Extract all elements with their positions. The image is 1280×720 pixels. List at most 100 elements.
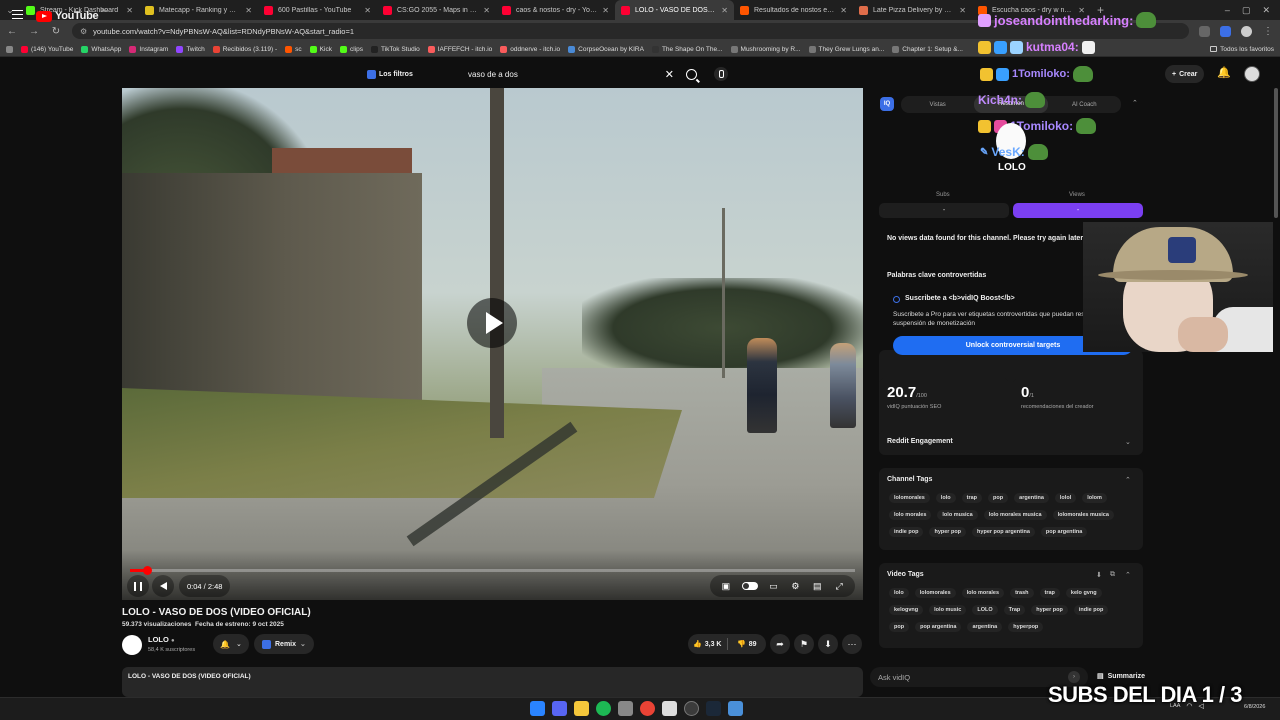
like-button[interactable]: 👍 3,3 K — [688, 640, 727, 649]
close-tab-icon[interactable]: ✕ — [959, 6, 966, 15]
tag-chip[interactable]: pop argentina — [915, 622, 962, 632]
share-button[interactable]: ➦ — [770, 634, 790, 654]
search-box[interactable]: vaso de a dos ✕ — [460, 64, 705, 84]
browser-tab[interactable]: LOLO - VASO DE DOS (VID ✕ — [615, 0, 734, 20]
tag-chip[interactable]: lolomorales — [889, 493, 930, 503]
site-info-icon[interactable]: ⚙ — [80, 27, 87, 36]
bookmark-item[interactable]: IAFFEFCH - itch.io — [427, 45, 492, 53]
maximize-icon[interactable]: ▢ — [1242, 5, 1251, 16]
obs-icon[interactable] — [684, 701, 699, 716]
extension-icon[interactable] — [1220, 25, 1231, 37]
bookmark-item[interactable]: TikTok Studio — [370, 45, 420, 53]
chrome-icon[interactable] — [640, 701, 655, 716]
tag-chip[interactable]: LOLO — [972, 605, 998, 615]
spotify-icon[interactable] — [596, 701, 611, 716]
close-tab-icon[interactable]: ✕ — [126, 6, 133, 15]
description-box[interactable]: LOLO - VASO DE DOS (VIDEO OFICIAL) — [122, 667, 863, 697]
app-icon[interactable] — [662, 701, 677, 716]
tag-chip[interactable]: hyper pop argentina — [972, 527, 1035, 537]
app-icon[interactable] — [728, 701, 743, 716]
create-button[interactable]: + Crear — [1165, 65, 1205, 83]
browser-tab[interactable]: 600 Pastillas - YouTube ✕ — [258, 0, 377, 20]
tag-chip[interactable]: lolomorales musica — [1052, 510, 1114, 520]
account-avatar[interactable] — [1244, 66, 1260, 82]
close-window-icon[interactable]: ✕ — [1262, 5, 1270, 16]
tag-chip[interactable]: kelogvng — [889, 605, 924, 615]
summarize-button[interactable]: ▤ Summarize — [1097, 672, 1145, 681]
bookmark-item[interactable]: Recibidos (3.119) - — [212, 45, 277, 53]
apps-icon[interactable] — [6, 45, 13, 53]
bookmark-item[interactable]: The Shape On The... — [651, 45, 723, 53]
tag-chip[interactable]: pop — [889, 622, 910, 632]
tag-chip[interactable]: lolo morales musica — [983, 510, 1047, 520]
tag-chip[interactable]: hyperpop — [1008, 622, 1044, 632]
profile-icon[interactable] — [1241, 25, 1252, 37]
subs-toggle[interactable]: - — [879, 203, 1009, 218]
youtube-logo[interactable]: YouTube AR — [36, 8, 108, 22]
steam-icon[interactable] — [706, 701, 721, 716]
close-tab-icon[interactable]: ✕ — [840, 6, 847, 15]
chevron-down-icon[interactable]: ⌄ — [1125, 438, 1131, 446]
tag-chip[interactable]: trash — [1010, 588, 1034, 598]
bookmark-item[interactable]: CorpseOcean by KIRA — [568, 45, 644, 53]
file-explorer-icon[interactable] — [574, 701, 589, 716]
bookmark-item[interactable]: Kick — [309, 45, 332, 53]
big-play-button[interactable] — [467, 298, 517, 348]
autoplay-toggle[interactable] — [741, 582, 758, 590]
tag-chip[interactable]: indie pop — [1073, 605, 1109, 615]
browser-tab[interactable]: Matecapp - Ranking y Racha d ✕ — [139, 0, 258, 20]
chevron-up-icon[interactable]: ⌃ — [1125, 476, 1131, 484]
voice-search-icon[interactable] — [714, 67, 728, 81]
back-icon[interactable]: ← — [6, 26, 18, 37]
close-tab-icon[interactable]: ✕ — [602, 6, 609, 15]
hamburger-menu-icon[interactable] — [12, 10, 23, 19]
bookmark-item[interactable]: Chapter 1: Setup &... — [892, 45, 963, 53]
bookmark-item[interactable]: (146) YouTube — [21, 45, 73, 53]
minimize-icon[interactable]: – — [1225, 5, 1230, 16]
pause-button[interactable] — [127, 575, 149, 597]
more-actions-button[interactable]: ⋯ — [842, 634, 862, 654]
channel-avatar[interactable] — [122, 635, 142, 655]
close-tab-icon[interactable]: ✕ — [721, 6, 728, 15]
bookmark-item[interactable]: WhatsApp — [81, 45, 121, 53]
volume-button[interactable] — [152, 575, 174, 597]
tag-chip[interactable]: trap — [1039, 588, 1060, 598]
browser-tab[interactable]: Late Pizza Delivery by BubuWo ✕ — [853, 0, 972, 20]
forward-icon[interactable]: → — [28, 26, 40, 37]
chevron-up-icon[interactable]: ⌃ — [1125, 571, 1131, 579]
extension-icon[interactable] — [1199, 25, 1210, 37]
bookmark-item[interactable]: Instagram — [129, 45, 168, 53]
tag-chip[interactable]: argentina — [967, 622, 1003, 632]
browser-tab[interactable]: CS:GO 2055 - Maps in the Futu ✕ — [377, 0, 496, 20]
progress-bar[interactable] — [130, 566, 855, 575]
views-toggle[interactable]: - — [1013, 203, 1143, 218]
video-player[interactable]: 0:04 / 2:48 ▣ ▭ ⚙ ▤ ⤢ — [122, 88, 863, 600]
vidiq-logo[interactable]: IQ — [880, 97, 894, 111]
tag-chip[interactable]: pop argentina — [1040, 527, 1088, 537]
download-tags-icon[interactable]: ⬇ — [1096, 571, 1102, 579]
tag-chip[interactable]: lolol — [1054, 493, 1077, 503]
bookmark-item[interactable]: Mushrooming by R... — [730, 45, 801, 53]
discord-icon[interactable] — [552, 701, 567, 716]
tag-chip[interactable]: lolomorales — [914, 588, 956, 598]
tag-chip[interactable]: trap — [961, 493, 983, 503]
collapse-icon[interactable]: ⌃ — [1132, 99, 1138, 107]
download-button[interactable]: ⬇ — [818, 634, 838, 654]
tab-ai-coach[interactable]: AI Coach — [1048, 102, 1121, 108]
subscribed-bell-button[interactable]: 🔔 ⌄ — [213, 634, 249, 654]
taskbar-clock[interactable]: 6/8/2026 — [1244, 704, 1265, 711]
bookmark-item[interactable]: clips — [339, 45, 363, 53]
subtitles-icon[interactable]: ▭ — [768, 581, 780, 592]
tag-chip[interactable]: Trap — [1003, 605, 1026, 615]
channel-name[interactable]: LOLO ● — [148, 635, 175, 644]
save-button[interactable]: ⚑ — [794, 634, 814, 654]
vidiq-player-icon[interactable]: ▣ — [720, 581, 732, 592]
clear-search-icon[interactable]: ✕ — [665, 68, 674, 81]
tag-chip[interactable]: lolo music — [929, 605, 967, 615]
close-tab-icon[interactable]: ✕ — [483, 6, 490, 15]
remix-button[interactable]: Remix ⌄ — [254, 634, 314, 654]
tag-chip[interactable]: lolom — [1082, 493, 1107, 503]
bookmark-item[interactable]: Twitch — [176, 45, 205, 53]
tag-chip[interactable]: pop — [988, 493, 1009, 503]
notifications-bell-icon[interactable]: 🔔 — [1217, 67, 1231, 79]
